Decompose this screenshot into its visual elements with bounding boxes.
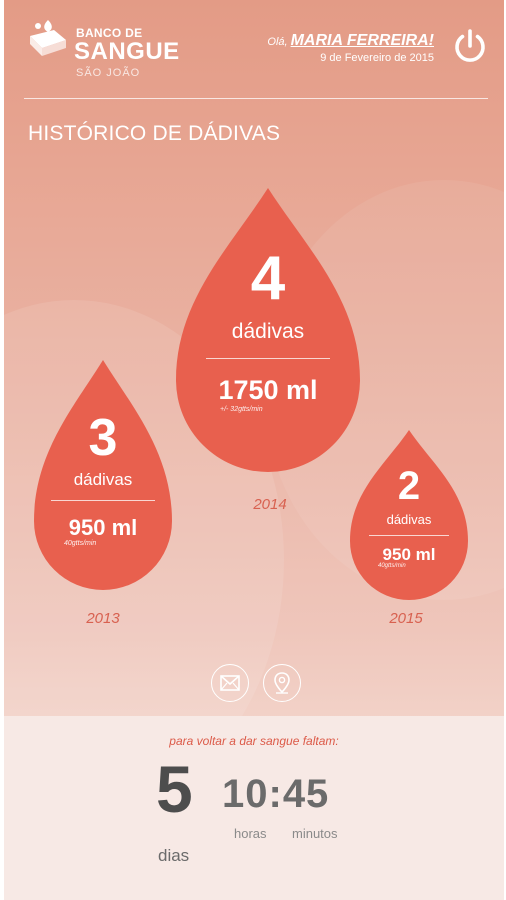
countdown-days-label: dias	[158, 846, 190, 865]
drop-separator	[206, 358, 330, 359]
greeting-text: Olá,	[267, 36, 288, 48]
donation-rate: 40gtts/min	[64, 540, 97, 547]
logo-mark-icon	[30, 20, 66, 56]
action-icons	[4, 664, 504, 704]
donation-count-label: dádivas	[73, 470, 133, 489]
page-title: HISTÓRICO DE DÁDIVAS	[28, 122, 281, 145]
user-name-link[interactable]: MARIA FERREIRA!	[291, 32, 434, 49]
donation-drop-2013[interactable]: 3 dádivas 950 ml 40gtts/min	[34, 360, 172, 590]
countdown-hours-label: horas	[234, 826, 267, 841]
year-2013: 2013	[86, 610, 120, 627]
logo: BANCO DE SANGUE SÃO JOÃO	[24, 16, 194, 86]
donation-drop-2014[interactable]: 4 dádivas 1750 ml +/- 32gtts/min	[176, 188, 360, 472]
donation-count: 2	[397, 464, 421, 508]
donation-volume: 950 ml	[68, 515, 138, 540]
envelope-button[interactable]	[211, 664, 249, 702]
donation-volume: 1750 ml	[218, 375, 318, 405]
envelope-icon	[220, 675, 240, 691]
app-screen: BANCO DE SANGUE SÃO JOÃO Olá, MARIA FERRE…	[4, 0, 504, 900]
donation-rate: +/- 32gtts/min	[220, 406, 263, 413]
year-2015: 2015	[389, 610, 423, 627]
drop-separator	[51, 500, 155, 501]
donation-count: 3	[88, 409, 118, 467]
logo-text-line3: SÃO JOÃO	[76, 67, 141, 79]
location-button[interactable]	[263, 664, 301, 702]
user-greeting: Olá, MARIA FERREIRA! 9 de Fevereiro de 20…	[267, 32, 434, 64]
current-date: 9 de Fevereiro de 2015	[320, 52, 434, 64]
power-icon[interactable]	[450, 26, 490, 66]
year-2014: 2014	[253, 496, 287, 513]
donation-count-label: dádivas	[386, 512, 432, 527]
donation-count-label: dádivas	[231, 320, 305, 343]
donation-drop-2015[interactable]: 2 dádivas 950 ml 40gtts/min	[350, 430, 468, 600]
countdown-minutes-label: minutos	[292, 826, 338, 841]
donation-count: 4	[250, 244, 286, 313]
logo-text-line2: SANGUE	[74, 38, 180, 65]
countdown-time: 10:45	[222, 772, 330, 816]
drop-separator	[369, 535, 449, 536]
donation-volume: 950 ml	[382, 545, 436, 564]
location-pin-icon	[274, 672, 290, 694]
countdown-label: para voltar a dar sangue faltam:	[169, 734, 339, 748]
header: BANCO DE SANGUE SÃO JOÃO Olá, MARIA FERRE…	[4, 0, 504, 100]
countdown-panel: para voltar a dar sangue faltam: 5 dias …	[4, 716, 504, 900]
countdown-days: 5	[156, 752, 193, 826]
